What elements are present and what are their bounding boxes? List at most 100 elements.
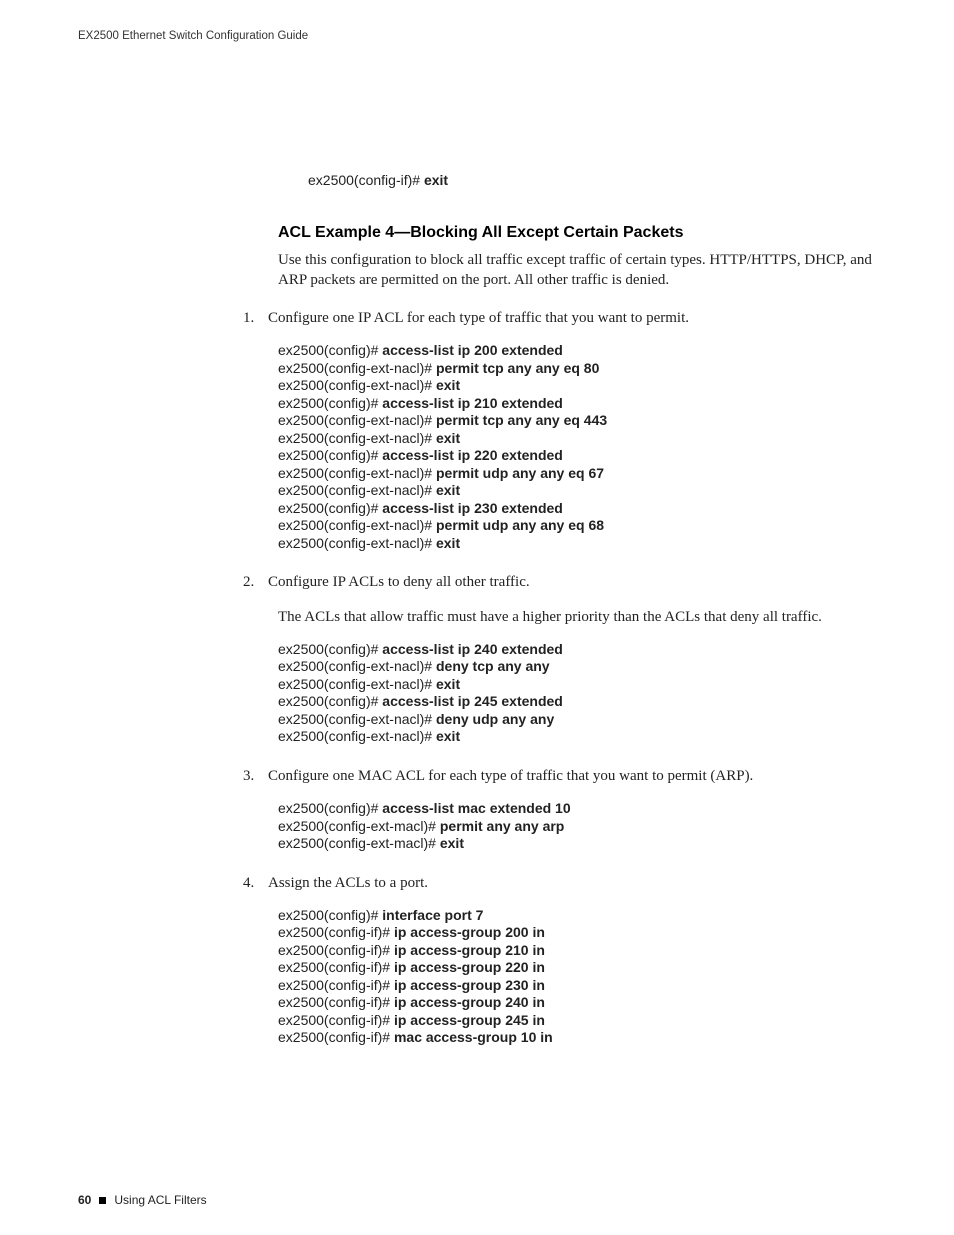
cli-line: ex2500(config)# access-list mac extended…: [278, 800, 886, 818]
cli-prompt: ex2500(config-ext-nacl)#: [278, 482, 436, 498]
cli-prompt: ex2500(config-ext-nacl)#: [278, 430, 436, 446]
step-note: The ACLs that allow traffic must have a …: [278, 607, 886, 627]
code-block-intro: ex2500(config-if)# exit: [308, 172, 886, 190]
cli-prompt: ex2500(config-if)#: [278, 959, 394, 975]
cli-command: permit tcp any any eq 443: [436, 412, 607, 428]
cli-command: interface port 7: [382, 907, 483, 923]
cli-prompt: ex2500(config-if)#: [278, 977, 394, 993]
cli-prompt: ex2500(config-ext-nacl)#: [278, 465, 436, 481]
cli-command: exit: [436, 535, 460, 551]
cli-line: ex2500(config)# access-list ip 240 exten…: [278, 641, 886, 659]
steps-list: Configure one IP ACL for each type of tr…: [278, 308, 886, 1047]
cli-command: ip access-group 240 in: [394, 994, 545, 1010]
cli-line: ex2500(config-ext-nacl)# deny tcp any an…: [278, 658, 886, 676]
cli-line: ex2500(config-if)# ip access-group 240 i…: [278, 994, 886, 1012]
step-text: Assign the ACLs to a port.: [268, 873, 886, 893]
cli-command: access-list ip 230 extended: [382, 500, 563, 516]
cli-line: ex2500(config-if)# ip access-group 210 i…: [278, 942, 886, 960]
cli-command: ip access-group 230 in: [394, 977, 545, 993]
cli-line: ex2500(config-ext-nacl)# permit udp any …: [278, 517, 886, 535]
code-block: ex2500(config)# access-list ip 200 exten…: [278, 342, 886, 552]
cli-command: deny udp any any: [436, 711, 554, 727]
cli-prompt: ex2500(config)#: [278, 693, 382, 709]
page: EX2500 Ethernet Switch Configuration Gui…: [0, 0, 954, 1235]
cli-line: ex2500(config)# access-list ip 230 exten…: [278, 500, 886, 518]
cli-command: ip access-group 245 in: [394, 1012, 545, 1028]
cli-command: ip access-group 210 in: [394, 942, 545, 958]
cli-line: ex2500(config)# access-list ip 245 exten…: [278, 693, 886, 711]
cli-line: ex2500(config-ext-nacl)# permit udp any …: [278, 465, 886, 483]
cli-command: access-list mac extended 10: [382, 800, 570, 816]
cli-command: exit: [436, 430, 460, 446]
cli-line: ex2500(config)# access-list ip 200 exten…: [278, 342, 886, 360]
cli-command: access-list ip 210 extended: [382, 395, 563, 411]
cli-line: ex2500(config-if)# ip access-group 245 i…: [278, 1012, 886, 1030]
step-2: Configure IP ACLs to deny all other traf…: [258, 572, 886, 746]
cli-command: access-list ip 200 extended: [382, 342, 563, 358]
cli-line: ex2500(config)# access-list ip 210 exten…: [278, 395, 886, 413]
cli-prompt: ex2500(config-ext-macl)#: [278, 835, 440, 851]
step-1: Configure one IP ACL for each type of tr…: [258, 308, 886, 552]
footer-square-icon: [99, 1197, 106, 1204]
code-block: ex2500(config)# access-list mac extended…: [278, 800, 886, 853]
cli-prompt: ex2500(config)#: [278, 395, 382, 411]
cli-command: exit: [424, 172, 448, 188]
cli-command: ip access-group 220 in: [394, 959, 545, 975]
cli-prompt: ex2500(config-if)#: [308, 172, 424, 188]
cli-prompt: ex2500(config)#: [278, 641, 382, 657]
cli-line: ex2500(config-ext-nacl)# exit: [278, 535, 886, 553]
cli-command: access-list ip 240 extended: [382, 641, 563, 657]
cli-line: ex2500(config-ext-nacl)# exit: [278, 676, 886, 694]
page-footer: 60 Using ACL Filters: [78, 1193, 207, 1207]
cli-command: exit: [436, 482, 460, 498]
cli-line: ex2500(config-ext-nacl)# exit: [278, 482, 886, 500]
cli-line: ex2500(config-if)# ip access-group 200 i…: [278, 924, 886, 942]
step-text: Configure IP ACLs to deny all other traf…: [268, 572, 886, 592]
cli-line: ex2500(config)# access-list ip 220 exten…: [278, 447, 886, 465]
cli-line: ex2500(config-ext-nacl)# permit tcp any …: [278, 360, 886, 378]
cli-command: exit: [440, 835, 464, 851]
cli-line: ex2500(config-if)# ip access-group 220 i…: [278, 959, 886, 977]
cli-prompt: ex2500(config-if)#: [278, 994, 394, 1010]
cli-prompt: ex2500(config-if)#: [278, 942, 394, 958]
cli-prompt: ex2500(config-ext-nacl)#: [278, 360, 436, 376]
cli-prompt: ex2500(config-ext-nacl)#: [278, 711, 436, 727]
step-4: Assign the ACLs to a port. ex2500(config…: [258, 873, 886, 1047]
cli-prompt: ex2500(config)#: [278, 800, 382, 816]
cli-prompt: ex2500(config-ext-nacl)#: [278, 535, 436, 551]
footer-section-title: Using ACL Filters: [114, 1193, 206, 1207]
cli-line: ex2500(config-ext-nacl)# exit: [278, 728, 886, 746]
content-column: ex2500(config-if)# exit ACL Example 4—Bl…: [278, 172, 886, 1047]
cli-command: mac access-group 10 in: [394, 1029, 553, 1045]
cli-command: permit any any arp: [440, 818, 565, 834]
cli-command: permit udp any any eq 67: [436, 465, 604, 481]
running-header: EX2500 Ethernet Switch Configuration Gui…: [78, 30, 886, 42]
cli-prompt: ex2500(config-ext-nacl)#: [278, 728, 436, 744]
cli-prompt: ex2500(config-if)#: [278, 1012, 394, 1028]
step-text: Configure one IP ACL for each type of tr…: [268, 308, 886, 328]
cli-command: exit: [436, 377, 460, 393]
code-block: ex2500(config)# access-list ip 240 exten…: [278, 641, 886, 746]
cli-prompt: ex2500(config)#: [278, 907, 382, 923]
cli-command: deny tcp any any: [436, 658, 550, 674]
cli-line: ex2500(config-ext-nacl)# permit tcp any …: [278, 412, 886, 430]
cli-line: ex2500(config)# interface port 7: [278, 907, 886, 925]
cli-prompt: ex2500(config)#: [278, 447, 382, 463]
cli-line: ex2500(config-if)# mac access-group 10 i…: [278, 1029, 886, 1047]
cli-prompt: ex2500(config-ext-macl)#: [278, 818, 440, 834]
cli-prompt: ex2500(config-if)#: [278, 1029, 394, 1045]
cli-line: ex2500(config-ext-nacl)# exit: [278, 430, 886, 448]
cli-line: ex2500(config-if)# exit: [308, 172, 886, 190]
cli-prompt: ex2500(config)#: [278, 500, 382, 516]
cli-command: permit tcp any any eq 80: [436, 360, 599, 376]
cli-prompt: ex2500(config-ext-nacl)#: [278, 676, 436, 692]
cli-command: ip access-group 200 in: [394, 924, 545, 940]
cli-line: ex2500(config-ext-nacl)# exit: [278, 377, 886, 395]
page-number: 60: [78, 1193, 91, 1207]
cli-prompt: ex2500(config)#: [278, 342, 382, 358]
cli-command: access-list ip 245 extended: [382, 693, 563, 709]
cli-line: ex2500(config-if)# ip access-group 230 i…: [278, 977, 886, 995]
step-text: Configure one MAC ACL for each type of t…: [268, 766, 886, 786]
cli-prompt: ex2500(config-ext-nacl)#: [278, 658, 436, 674]
code-block: ex2500(config)# interface port 7 ex2500(…: [278, 907, 886, 1047]
